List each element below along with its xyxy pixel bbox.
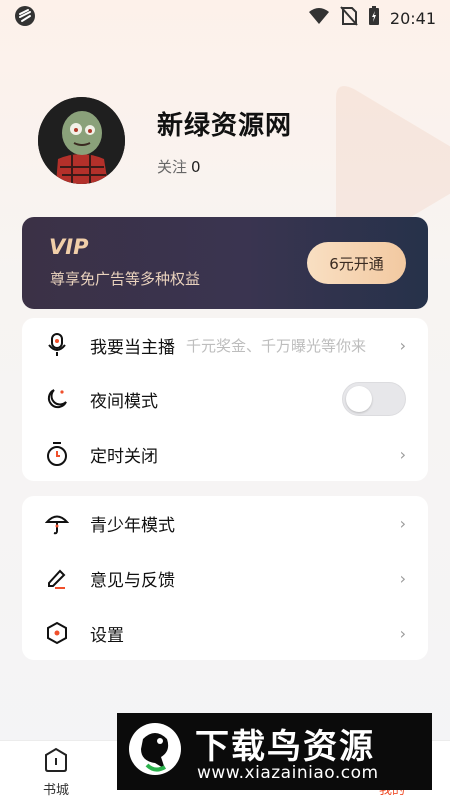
app-notification-icon <box>14 5 36 31</box>
svg-text:VIP: VIP <box>49 235 89 257</box>
tab-bookstore[interactable]: 书城 <box>26 747 86 798</box>
menu-item-settings[interactable]: 设置 › <box>22 606 428 660</box>
menu-item-night-mode[interactable]: 夜间模式 <box>22 372 428 426</box>
vip-description: 尊享免广告等多种权益 <box>50 270 201 288</box>
menu-item-label: 定时关闭 <box>90 446 158 467</box>
night-mode-toggle[interactable] <box>342 382 406 416</box>
vip-open-button[interactable]: 6元开通 <box>307 242 406 284</box>
menu-item-teen-mode[interactable]: 青少年模式 › <box>22 496 428 550</box>
watermark-banner: 下载鸟资源 www.xiazainiao.com <box>117 713 432 790</box>
tab-label: 书城 <box>42 783 69 798</box>
menu-item-feedback[interactable]: 意见与反馈 › <box>22 551 428 605</box>
bird-logo-icon <box>127 721 183 781</box>
wifi-icon <box>308 7 330 29</box>
chevron-right-icon: › <box>399 513 406 533</box>
menu-item-label: 夜间模式 <box>90 391 158 412</box>
menu-group-secondary: 青少年模式 › 意见与反馈 › 设置 › <box>22 496 428 660</box>
chevron-right-icon: › <box>399 568 406 588</box>
profile-header[interactable]: 新绿资源网 关注 0 <box>38 97 292 184</box>
chevron-right-icon: › <box>399 335 406 355</box>
menu-item-label: 意见与反馈 <box>90 570 175 591</box>
no-sim-icon <box>340 6 358 30</box>
menu-item-label: 设置 <box>90 625 124 646</box>
clock-time: 20:41 <box>389 8 436 28</box>
menu-group-primary: 我要当主播 千元奖金、千万曝光等你来 › 夜间模式 定时关闭 › <box>22 318 428 481</box>
menu-item-streamer[interactable]: 我要当主播 千元奖金、千万曝光等你来 › <box>22 318 428 372</box>
vip-logo: VIP <box>49 235 101 261</box>
vip-banner[interactable]: VIP 尊享免广告等多种权益 6元开通 <box>22 217 428 309</box>
watermark-url: www.xiazainiao.com <box>197 763 379 783</box>
chevron-right-icon: › <box>399 444 406 464</box>
pen-icon <box>44 565 70 591</box>
chevron-right-icon: › <box>399 623 406 643</box>
stopwatch-icon <box>44 441 70 467</box>
toggle-knob <box>346 386 372 412</box>
umbrella-icon <box>44 510 70 536</box>
hexagon-settings-icon <box>44 620 70 646</box>
watermark-title: 下载鸟资源 <box>195 727 375 767</box>
menu-item-label: 青少年模式 <box>90 515 175 536</box>
menu-item-subtitle: 千元奖金、千万曝光等你来 <box>186 336 367 355</box>
menu-item-label: 我要当主播 <box>90 337 175 358</box>
status-bar: 20:41 <box>0 0 450 36</box>
menu-item-timer-off[interactable]: 定时关闭 › <box>22 427 428 481</box>
follow-label: 关注 <box>157 157 188 176</box>
moon-icon <box>44 386 70 412</box>
battery-charging-icon <box>368 6 380 30</box>
bookstore-icon <box>42 747 70 777</box>
follow-count[interactable]: 关注 0 <box>157 156 292 177</box>
username: 新绿资源网 <box>157 110 293 141</box>
follow-number: 0 <box>191 157 201 176</box>
avatar[interactable] <box>38 97 125 184</box>
microphone-icon <box>44 332 70 358</box>
